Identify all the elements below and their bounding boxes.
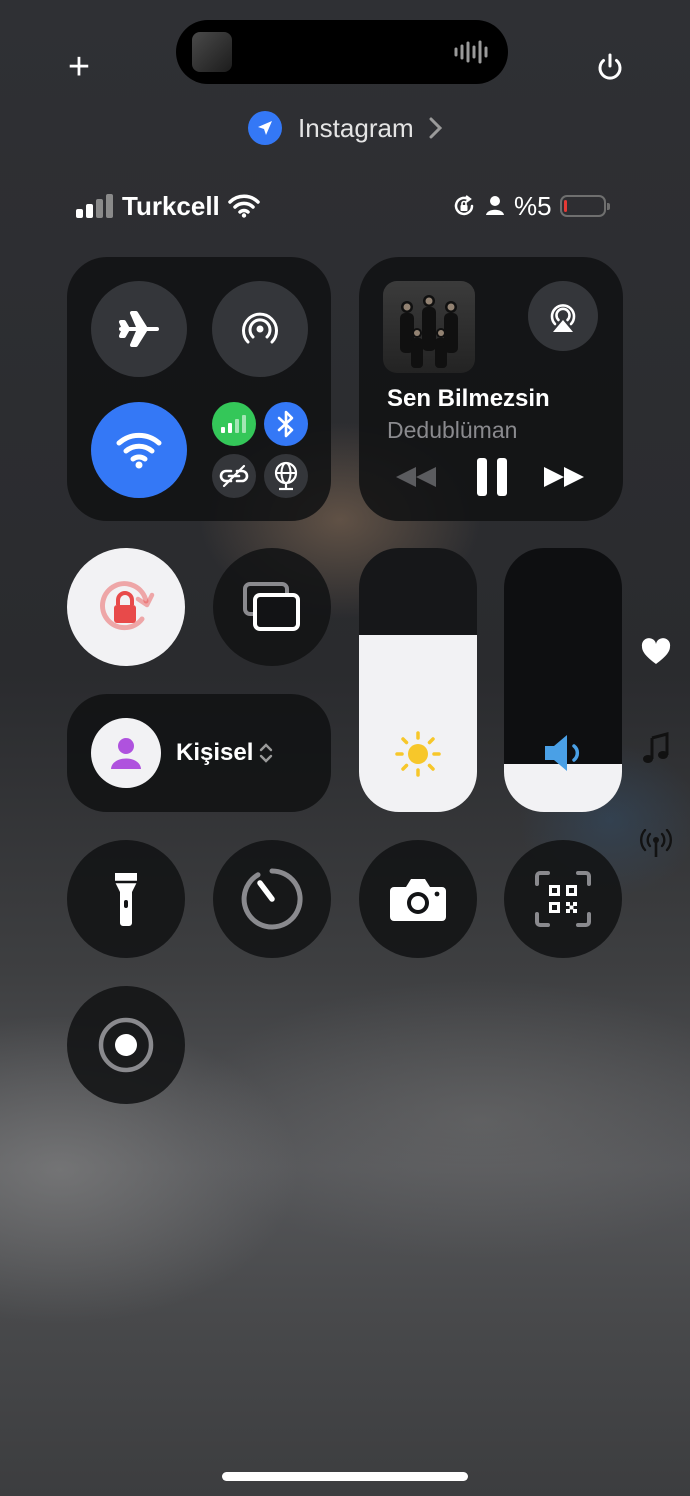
dynamic-island[interactable] bbox=[176, 20, 508, 84]
battery-icon bbox=[559, 195, 610, 217]
flashlight-icon bbox=[115, 873, 137, 926]
location-indicator[interactable]: Instagram bbox=[248, 108, 446, 148]
vpn-globe-icon bbox=[274, 461, 298, 491]
volume-slider[interactable] bbox=[504, 548, 622, 812]
carrier-name: Turkcell bbox=[122, 190, 220, 221]
wifi-toggle[interactable] bbox=[91, 402, 187, 498]
album-artwork-thumbnail bbox=[192, 32, 232, 72]
rewind-icon bbox=[396, 467, 436, 487]
battery-percent: %5 bbox=[514, 190, 552, 221]
airplane-mode-toggle[interactable] bbox=[91, 281, 187, 377]
airdrop-toggle[interactable] bbox=[212, 281, 308, 377]
speaker-icon bbox=[545, 735, 580, 771]
bluetooth-toggle[interactable] bbox=[264, 402, 308, 446]
fast-forward-icon bbox=[544, 467, 584, 487]
camera-icon bbox=[390, 879, 446, 921]
wifi-icon bbox=[116, 432, 162, 469]
location-arrow-icon bbox=[248, 111, 282, 145]
page-indicator-music[interactable] bbox=[634, 728, 678, 768]
rotation-lock-icon bbox=[100, 581, 155, 631]
rotation-lock-toggle[interactable] bbox=[67, 548, 185, 666]
home-indicator[interactable] bbox=[222, 1472, 468, 1481]
orientation-lock-status-icon bbox=[454, 195, 474, 216]
camera-button[interactable] bbox=[359, 840, 477, 958]
screen-recording-button[interactable] bbox=[67, 986, 185, 1104]
brightness-slider[interactable] bbox=[359, 548, 477, 812]
timer-icon bbox=[241, 868, 303, 930]
focus-label: Kişisel bbox=[176, 739, 254, 766]
chevron-up-down-icon bbox=[259, 743, 273, 763]
connectivity-tile bbox=[67, 257, 331, 521]
page-indicator-connectivity[interactable] bbox=[634, 824, 678, 864]
heart-icon bbox=[641, 638, 671, 664]
airplay-button[interactable] bbox=[528, 281, 598, 351]
cellular-icon bbox=[221, 415, 246, 433]
antenna-icon bbox=[640, 829, 672, 857]
waveform-icon bbox=[454, 40, 490, 64]
vpn-toggle[interactable] bbox=[264, 454, 308, 498]
next-track-button[interactable] bbox=[539, 457, 589, 497]
focus-icon-circle bbox=[91, 718, 161, 788]
cellular-data-toggle[interactable] bbox=[212, 402, 256, 446]
personal-hotspot-icon bbox=[219, 464, 249, 488]
focus-person-status-icon bbox=[486, 196, 504, 215]
status-bar-right: %5 bbox=[452, 190, 610, 222]
personal-hotspot-toggle[interactable] bbox=[212, 454, 256, 498]
chevron-right-icon bbox=[429, 117, 442, 139]
timer-button[interactable] bbox=[213, 840, 331, 958]
screen-mirroring-icon bbox=[243, 582, 300, 631]
power-button[interactable] bbox=[588, 45, 632, 89]
airplane-icon bbox=[119, 311, 159, 347]
now-playing-tile[interactable]: Sen Bilmezsin Dedublüman bbox=[359, 257, 623, 521]
cellular-signal-icon bbox=[76, 194, 113, 218]
song-artist: Dedublüman bbox=[387, 417, 518, 443]
album-artwork bbox=[383, 281, 475, 373]
person-icon bbox=[111, 738, 141, 769]
previous-track-button[interactable] bbox=[391, 457, 441, 497]
airplay-icon bbox=[550, 304, 576, 332]
page-indicator-favorites[interactable] bbox=[634, 632, 678, 672]
add-icon: + bbox=[67, 46, 91, 88]
sun-icon bbox=[395, 731, 441, 777]
song-title: Sen Bilmezsin bbox=[387, 385, 550, 412]
qr-code-icon bbox=[535, 871, 591, 927]
bluetooth-icon bbox=[277, 410, 294, 438]
airdrop-icon bbox=[242, 312, 278, 344]
location-app-name: Instagram bbox=[298, 112, 414, 143]
power-icon bbox=[598, 53, 622, 80]
wifi-status-icon bbox=[228, 194, 260, 218]
qr-code-scanner-button[interactable] bbox=[504, 840, 622, 958]
focus-tile[interactable]: Kişisel bbox=[67, 694, 331, 812]
status-bar-left: Turkcell bbox=[76, 190, 260, 222]
pause-icon bbox=[477, 458, 507, 496]
add-button[interactable]: + bbox=[58, 46, 100, 88]
play-pause-button[interactable] bbox=[467, 455, 517, 499]
brightness-fill bbox=[359, 635, 477, 812]
screen-mirroring-toggle[interactable] bbox=[213, 548, 331, 666]
flashlight-button[interactable] bbox=[67, 840, 185, 958]
music-note-icon bbox=[643, 732, 669, 763]
screen-record-icon bbox=[98, 1017, 154, 1073]
